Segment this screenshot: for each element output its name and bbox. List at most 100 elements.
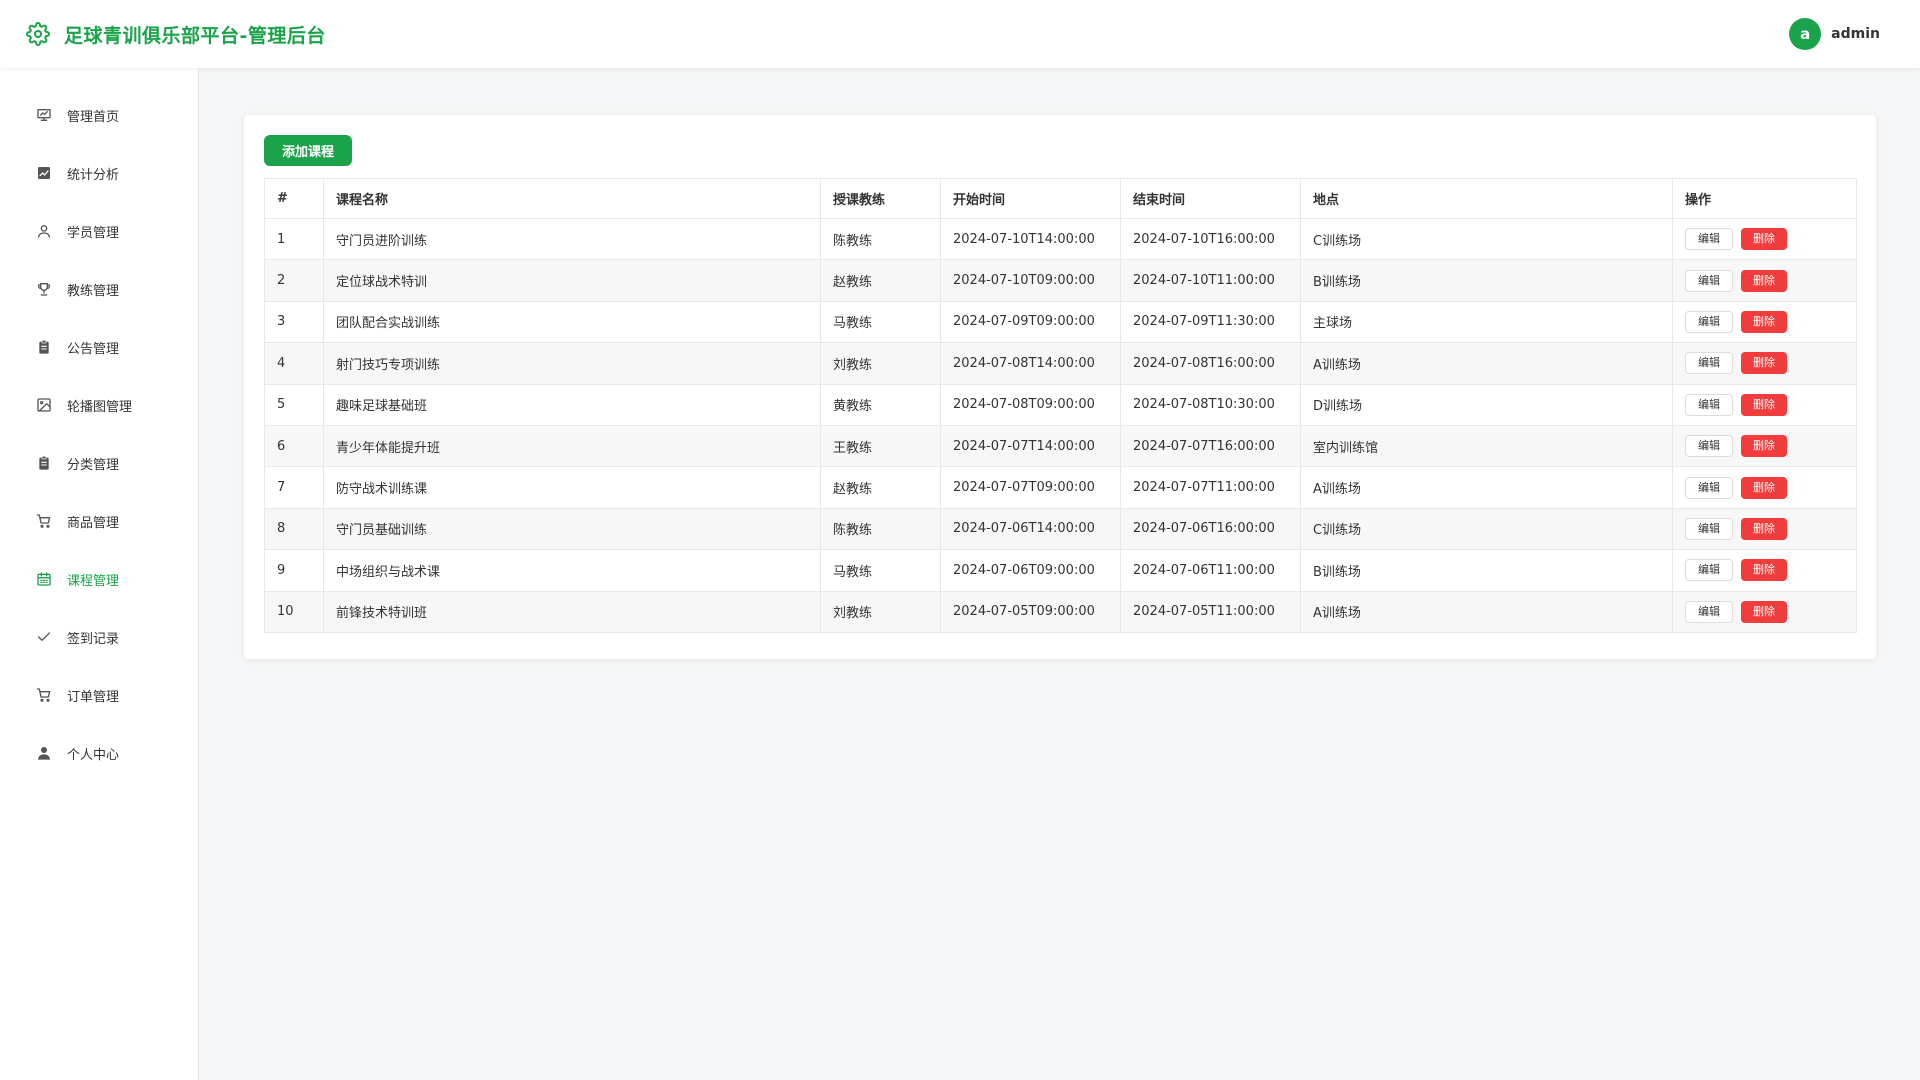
row-index-cell: 7 — [264, 466, 324, 509]
table-row: 10 前锋技术特训班 刘教练 2024-07-05T09:00:00 2024-07-0… — [264, 590, 1857, 633]
course-name-cell: 团队配合实战训练 — [323, 300, 821, 344]
coach-name-cell: 刘教练 — [820, 590, 941, 633]
coach-name-cell: 赵教练 — [820, 259, 941, 302]
cart-icon — [35, 512, 53, 530]
delete-button[interactable]: 删除 — [1741, 269, 1787, 292]
start-time-cell: 2024-07-06T09:00:00 — [940, 549, 1121, 592]
delete-button[interactable]: 删除 — [1741, 517, 1787, 540]
col-header-coach: 授课教练 — [820, 178, 941, 219]
app-title: 足球青训俱乐部平台-管理后台 — [64, 24, 326, 47]
table-row: 4 射门技巧专项训练 刘教练 2024-07-08T14:00:00 2024-07-0… — [264, 342, 1857, 385]
gear-icon — [24, 20, 52, 48]
location-cell: 主球场 — [1300, 300, 1673, 344]
user-menu[interactable]: a admin — [1789, 18, 1880, 50]
sidebar-item-11[interactable]: 个人中心 — [0, 724, 198, 782]
sidebar-item-3[interactable]: 教练管理 — [0, 260, 198, 318]
row-index-cell: 2 — [264, 259, 324, 302]
course-name-cell: 射门技巧专项训练 — [323, 342, 821, 385]
end-time-cell: 2024-07-07T11:00:00 — [1120, 466, 1301, 509]
sidebar-item-2[interactable]: 学员管理 — [0, 202, 198, 260]
edit-button[interactable]: 编辑 — [1685, 310, 1733, 333]
course-name-cell: 定位球战术特训 — [323, 259, 821, 302]
actions-cell: 编辑 删除 — [1672, 466, 1857, 509]
sidebar-item-label: 教练管理 — [67, 283, 120, 299]
course-card: 添加课程 # 课程名称 授课教练 开始时间 结束时间 地点 操作 1 守门员进阶训… — [244, 115, 1876, 659]
sidebar-item-8[interactable]: 课程管理 — [0, 550, 198, 608]
row-index-cell: 5 — [264, 383, 324, 426]
end-time-cell: 2024-07-08T16:00:00 — [1120, 342, 1301, 385]
end-time-cell: 2024-07-07T16:00:00 — [1120, 424, 1301, 468]
delete-button[interactable]: 删除 — [1741, 352, 1787, 375]
location-cell: A训练场 — [1300, 342, 1673, 385]
sidebar-item-7[interactable]: 商品管理 — [0, 492, 198, 550]
delete-button[interactable]: 删除 — [1741, 393, 1787, 416]
coach-name-cell: 陈教练 — [820, 507, 941, 551]
add-course-button[interactable]: 添加课程 — [264, 135, 352, 166]
edit-button[interactable]: 编辑 — [1685, 269, 1733, 292]
delete-button[interactable]: 删除 — [1741, 476, 1787, 499]
location-cell: C训练场 — [1300, 217, 1673, 261]
end-time-cell: 2024-07-06T16:00:00 — [1120, 507, 1301, 551]
row-index-cell: 10 — [264, 590, 324, 633]
coach-name-cell: 刘教练 — [820, 342, 941, 385]
row-index-cell: 8 — [264, 507, 324, 551]
sidebar-item-6[interactable]: 分类管理 — [0, 434, 198, 492]
coach-name-cell: 马教练 — [820, 300, 941, 344]
sidebar-item-label: 公告管理 — [67, 341, 120, 357]
start-time-cell: 2024-07-06T14:00:00 — [940, 507, 1121, 551]
col-header-location: 地点 — [1300, 178, 1673, 219]
start-time-cell: 2024-07-08T14:00:00 — [940, 342, 1121, 385]
actions-cell: 编辑 删除 — [1672, 549, 1857, 592]
image-icon — [35, 396, 53, 414]
edit-button[interactable]: 编辑 — [1685, 600, 1733, 623]
edit-button[interactable]: 编辑 — [1685, 393, 1733, 416]
course-name-cell: 防守战术训练课 — [323, 466, 821, 509]
actions-cell: 编辑 删除 — [1672, 259, 1857, 302]
sidebar-item-4[interactable]: 公告管理 — [0, 318, 198, 376]
person-icon — [35, 744, 53, 762]
delete-button[interactable]: 删除 — [1741, 600, 1787, 623]
location-cell: A训练场 — [1300, 590, 1673, 633]
row-index-cell: 9 — [264, 549, 324, 592]
location-cell: B训练场 — [1300, 259, 1673, 302]
end-time-cell: 2024-07-05T11:00:00 — [1120, 590, 1301, 633]
calendar-icon — [35, 570, 53, 588]
edit-button[interactable]: 编辑 — [1685, 352, 1733, 375]
table-row: 9 中场组织与战术课 马教练 2024-07-06T09:00:00 2024-07-0… — [264, 549, 1857, 592]
edit-button[interactable]: 编辑 — [1685, 228, 1733, 251]
start-time-cell: 2024-07-10T09:00:00 — [940, 259, 1121, 302]
sidebar-item-5[interactable]: 轮播图管理 — [0, 376, 198, 434]
table-row: 2 定位球战术特训 赵教练 2024-07-10T09:00:00 2024-07-10… — [264, 259, 1857, 302]
edit-button[interactable]: 编辑 — [1685, 435, 1733, 458]
delete-button[interactable]: 删除 — [1741, 228, 1787, 251]
sidebar-item-0[interactable]: 管理首页 — [0, 86, 198, 144]
course-name-cell: 前锋技术特训班 — [323, 590, 821, 633]
row-index-cell: 4 — [264, 342, 324, 385]
delete-button[interactable]: 删除 — [1741, 435, 1787, 458]
start-time-cell: 2024-07-05T09:00:00 — [940, 590, 1121, 633]
actions-cell: 编辑 删除 — [1672, 217, 1857, 261]
coach-name-cell: 陈教练 — [820, 217, 941, 261]
edit-button[interactable]: 编辑 — [1685, 476, 1733, 499]
cart-icon — [35, 686, 53, 704]
sidebar-item-10[interactable]: 订单管理 — [0, 666, 198, 724]
clipboard-icon — [35, 338, 53, 356]
trophy-icon — [35, 280, 53, 298]
col-header-index: # — [264, 178, 324, 219]
course-name-cell: 趣味足球基础班 — [323, 383, 821, 426]
sidebar-item-9[interactable]: 签到记录 — [0, 608, 198, 666]
avatar[interactable]: a — [1789, 18, 1822, 50]
sidebar-item-1[interactable]: 统计分析 — [0, 144, 198, 202]
edit-button[interactable]: 编辑 — [1685, 517, 1733, 540]
location-cell: B训练场 — [1300, 549, 1673, 592]
username[interactable]: admin — [1831, 26, 1880, 42]
edit-button[interactable]: 编辑 — [1685, 559, 1733, 582]
end-time-cell: 2024-07-10T11:00:00 — [1120, 259, 1301, 302]
check-icon — [35, 628, 53, 646]
delete-button[interactable]: 删除 — [1741, 310, 1787, 333]
user-icon — [35, 222, 53, 240]
sidebar-item-label: 课程管理 — [67, 573, 120, 589]
course-table: # 课程名称 授课教练 开始时间 结束时间 地点 操作 1 守门员进阶训练 陈教练 2… — [264, 178, 1857, 633]
chart-icon — [35, 164, 53, 182]
delete-button[interactable]: 删除 — [1741, 559, 1787, 582]
